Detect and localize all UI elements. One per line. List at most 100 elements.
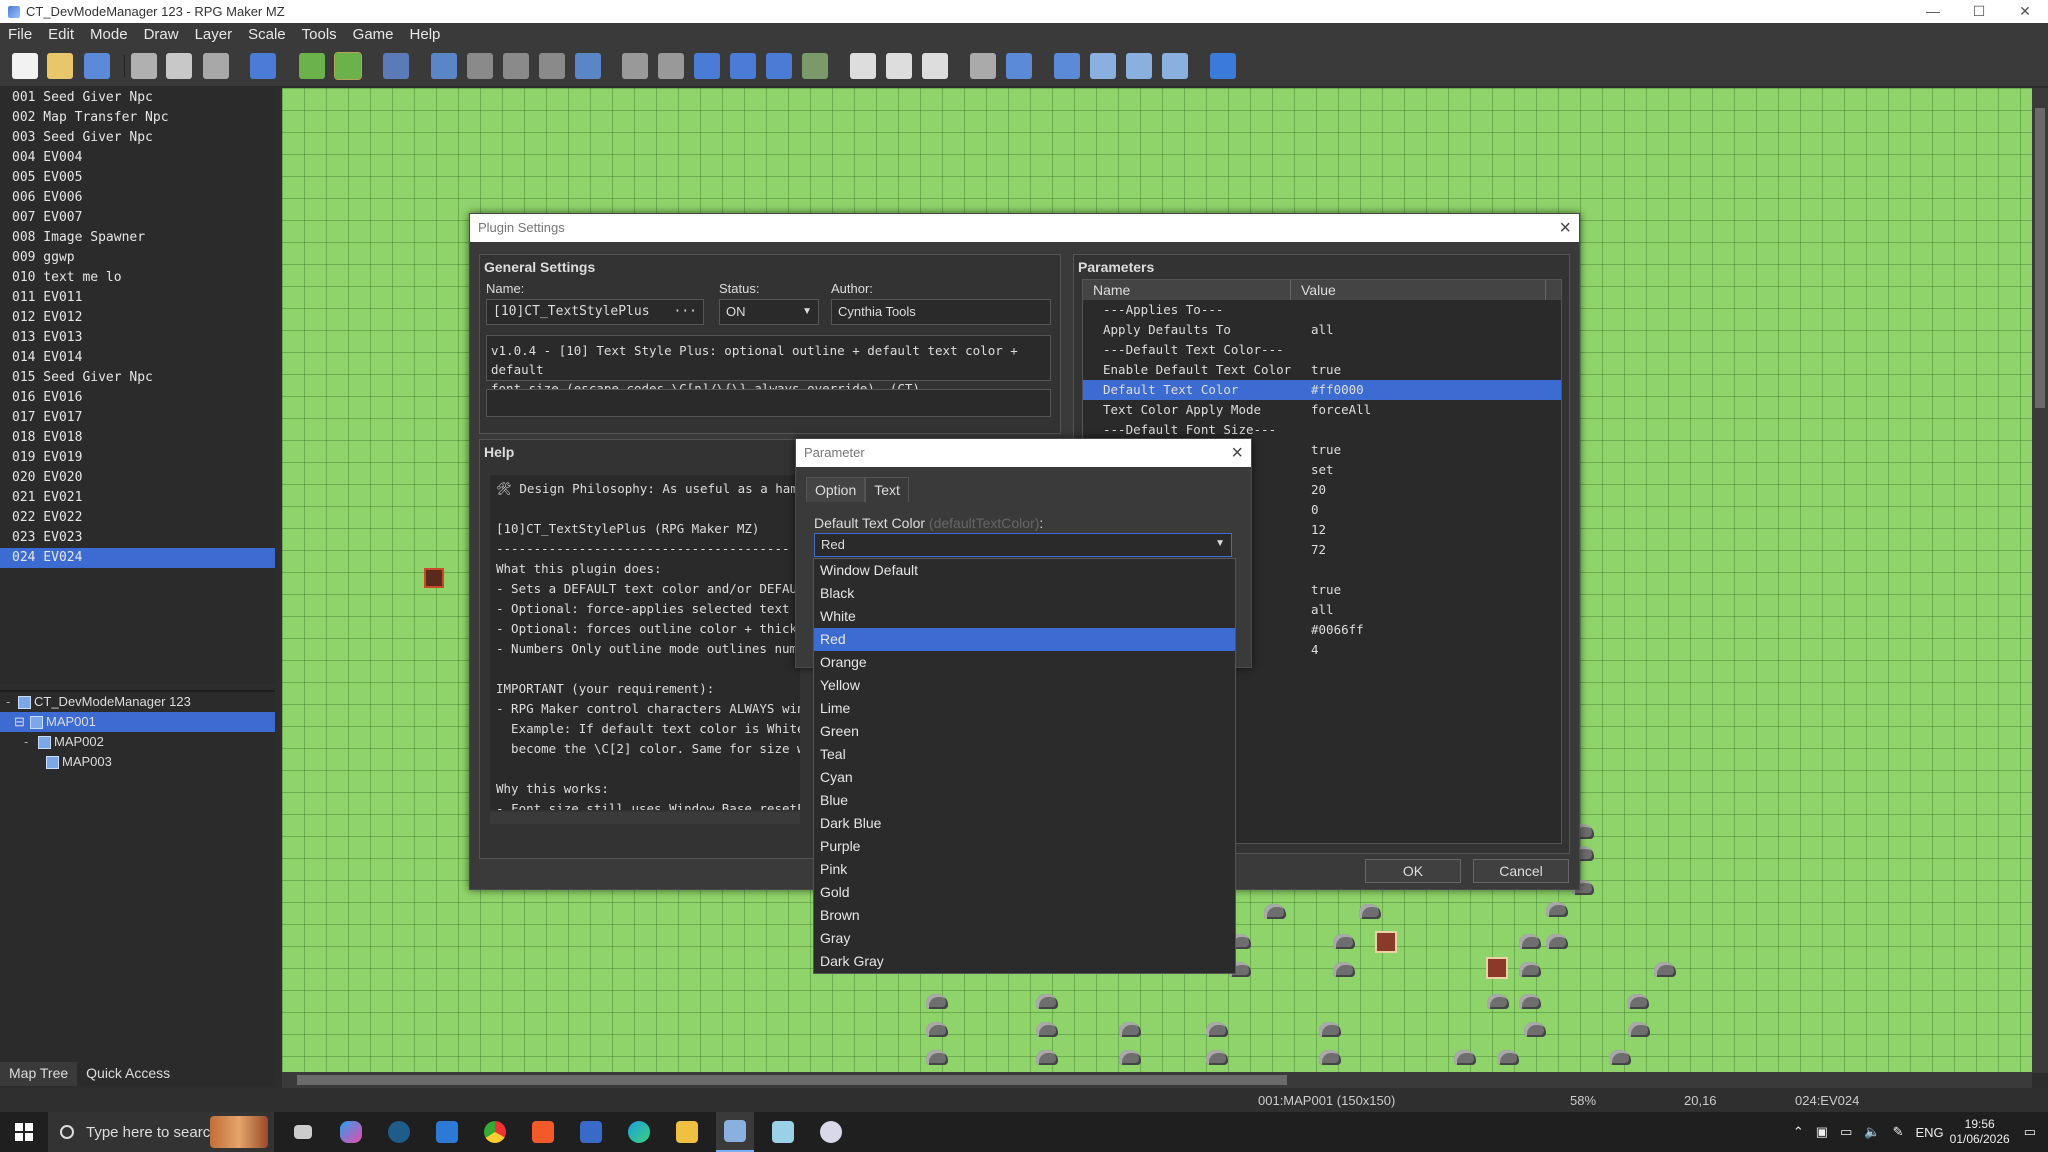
ellipse-icon[interactable] xyxy=(730,53,756,79)
parameter-row[interactable]: Text Color Apply Mode forceAll xyxy=(1083,400,1561,420)
parameter-row[interactable]: Apply Defaults To all xyxy=(1083,320,1561,340)
dropdown-option[interactable]: Blue xyxy=(814,789,1235,812)
layer-3-icon[interactable] xyxy=(539,53,565,79)
task-view-icon[interactable] xyxy=(284,1112,322,1152)
event-list-item[interactable]: 006 EV006 xyxy=(0,188,275,208)
notes-app-icon[interactable] xyxy=(764,1112,802,1152)
event-list-item[interactable]: 012 EV012 xyxy=(0,308,275,328)
dropdown-option[interactable]: Lime xyxy=(814,697,1235,720)
edge-icon[interactable] xyxy=(620,1112,658,1152)
dropdown-option[interactable]: Green xyxy=(814,720,1235,743)
chest-event-icon[interactable] xyxy=(424,568,444,588)
language-indicator[interactable]: ENG xyxy=(1915,1125,1943,1140)
chevron-up-icon[interactable]: ⌃ xyxy=(1793,1124,1804,1140)
network-icon[interactable]: ▭ xyxy=(1840,1124,1852,1140)
column-name[interactable]: Name xyxy=(1083,280,1291,300)
event-list-item[interactable]: 021 EV021 xyxy=(0,488,275,508)
close-button[interactable]: ✕ xyxy=(2002,0,2048,23)
menu-help[interactable]: Help xyxy=(402,26,449,43)
map-tree-item-map002[interactable]: - MAP002 xyxy=(0,732,275,752)
copy-icon[interactable] xyxy=(166,53,192,79)
event-list-item[interactable]: 014 EV014 xyxy=(0,348,275,368)
dropdown-option[interactable]: Yellow xyxy=(814,674,1235,697)
map-tree-project[interactable]: - CT_DevModeManager 123 xyxy=(0,692,275,712)
menu-draw[interactable]: Draw xyxy=(136,26,187,43)
event-list-item[interactable]: 009 ggwp xyxy=(0,248,275,268)
event-list-item[interactable]: 002 Map Transfer Npc xyxy=(0,108,275,128)
menu-file[interactable]: File xyxy=(0,26,40,43)
event-list-item[interactable]: 003 Seed Giver Npc xyxy=(0,128,275,148)
eraser-icon[interactable] xyxy=(658,53,684,79)
close-icon[interactable]: × xyxy=(1231,439,1243,467)
new-project-icon[interactable] xyxy=(12,53,38,79)
event-list-item[interactable]: 007 EV007 xyxy=(0,208,275,228)
plugin-manager-icon[interactable] xyxy=(1006,53,1032,79)
tab-map-tree[interactable]: Map Tree xyxy=(0,1062,78,1086)
sound-test-icon[interactable] xyxy=(1054,53,1080,79)
color-select[interactable]: Red ▼ xyxy=(814,533,1232,557)
event-list-item[interactable]: 016 EV016 xyxy=(0,388,275,408)
brave-icon[interactable] xyxy=(524,1112,562,1152)
fill-icon[interactable] xyxy=(766,53,792,79)
game-app-icon[interactable] xyxy=(812,1112,850,1152)
cut-icon[interactable] xyxy=(131,53,157,79)
event-mode-icon[interactable] xyxy=(334,52,362,80)
tab-quick-access[interactable]: Quick Access xyxy=(77,1062,179,1086)
parameter-row[interactable]: ---Applies To--- xyxy=(1083,300,1561,320)
start-button[interactable] xyxy=(0,1112,48,1152)
event-list-item[interactable]: 017 EV017 xyxy=(0,408,275,428)
dropdown-option[interactable]: Orange xyxy=(814,651,1235,674)
menu-tools[interactable]: Tools xyxy=(294,26,345,43)
event-list-item[interactable]: 001 Seed Giver Npc xyxy=(0,88,275,108)
menu-game[interactable]: Game xyxy=(345,26,402,43)
paste-icon[interactable] xyxy=(203,53,229,79)
undo-icon[interactable] xyxy=(250,53,276,79)
column-value[interactable]: Value xyxy=(1291,280,1546,300)
store-icon[interactable] xyxy=(428,1112,466,1152)
dropdown-option[interactable]: Red xyxy=(814,628,1235,651)
open-project-icon[interactable] xyxy=(47,53,73,79)
clock[interactable]: 19:56 01/06/2026 xyxy=(1950,1117,2010,1147)
copilot-icon[interactable] xyxy=(332,1112,370,1152)
menu-scale[interactable]: Scale xyxy=(240,26,294,43)
shadow-pen-icon[interactable] xyxy=(802,53,828,79)
notification-icon[interactable]: ▭ xyxy=(2024,1124,2036,1140)
map-tree-item-map003[interactable]: MAP003 xyxy=(0,752,275,772)
close-icon[interactable]: × xyxy=(1559,214,1571,242)
map-mode-icon[interactable] xyxy=(299,53,325,79)
dropdown-option[interactable]: Cyan xyxy=(814,766,1235,789)
zoom-actual-icon[interactable] xyxy=(922,53,948,79)
rpg-maker-taskbar-icon[interactable] xyxy=(716,1112,754,1152)
event-list-item[interactable]: 011 EV011 xyxy=(0,288,275,308)
map-tree-item-map001[interactable]: ⊟ MAP001 xyxy=(0,712,275,732)
calculator-icon[interactable] xyxy=(572,1112,610,1152)
dropdown-option[interactable]: Dark Blue xyxy=(814,812,1235,835)
dropdown-option[interactable]: Brown xyxy=(814,904,1235,927)
map-vertical-scrollbar[interactable] xyxy=(2032,88,2048,1073)
layer-2-icon[interactable] xyxy=(503,53,529,79)
status-select[interactable]: ON ▼ xyxy=(719,299,819,325)
resource-manager-icon[interactable] xyxy=(1162,53,1188,79)
chrome-icon[interactable] xyxy=(476,1112,514,1152)
playtest-icon[interactable] xyxy=(1210,53,1236,79)
event-searcher-icon[interactable] xyxy=(1090,53,1116,79)
dropdown-option[interactable]: Gold xyxy=(814,881,1235,904)
menu-layer[interactable]: Layer xyxy=(187,26,241,43)
menu-mode[interactable]: Mode xyxy=(82,26,136,43)
pen-icon[interactable]: ✎ xyxy=(1893,1124,1904,1140)
help-horizontal-scrollbar[interactable] xyxy=(490,812,800,824)
parameter-row[interactable]: Enable Default Text Color true xyxy=(1083,360,1561,380)
event-list-item[interactable]: 023 EV023 xyxy=(0,528,275,548)
author-field[interactable]: Cynthia Tools xyxy=(831,299,1051,325)
event-list-item[interactable]: 020 EV020 xyxy=(0,468,275,488)
zoom-out-icon[interactable] xyxy=(886,53,912,79)
cancel-button[interactable]: Cancel xyxy=(1473,859,1569,883)
plugin-name-field[interactable]: [10]CT_TextStylePlus ··· xyxy=(486,299,704,325)
dropdown-option[interactable]: Dark Gray xyxy=(814,950,1235,973)
event-list-item[interactable]: 008 Image Spawner xyxy=(0,228,275,248)
meet-icon[interactable]: ▣ xyxy=(1816,1124,1828,1140)
dropdown-option[interactable]: Gray xyxy=(814,927,1235,950)
rectangle-icon[interactable] xyxy=(694,53,720,79)
event-list-item[interactable]: 013 EV013 xyxy=(0,328,275,348)
character-generator-icon[interactable] xyxy=(1126,53,1152,79)
